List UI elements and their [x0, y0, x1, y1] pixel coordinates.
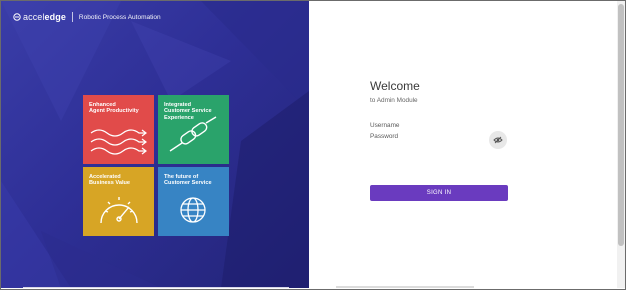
brand-mark-icon — [13, 13, 21, 21]
sign-in-button[interactable]: SIGN IN — [370, 185, 508, 201]
scrollbar-thumb[interactable] — [618, 4, 624, 246]
brand-divider — [71, 12, 73, 22]
welcome-heading: Welcome — [370, 79, 420, 93]
brand-logo-prefix: accel — [23, 12, 45, 22]
login-panel: Welcome to Admin Module Username Passwor… — [310, 1, 615, 288]
brand-product-name: Robotic Process Automation — [78, 13, 161, 21]
tile-business-value: Accelerated Business Value — [83, 167, 154, 236]
username-field[interactable]: Username — [370, 122, 399, 129]
brand-logo-suffix: edge — [44, 12, 66, 22]
hero-background-pattern — [1, 1, 309, 288]
globe-icon — [180, 197, 206, 223]
password-field[interactable]: Password — [370, 133, 398, 140]
tile-agent-productivity: Enhanced Agent Productivity — [83, 95, 154, 164]
tile-customer-service-experience: Integrated Customer Service Experience — [158, 95, 229, 164]
eye-off-icon — [493, 136, 503, 144]
tile-future-customer-service: The future of Customer Service — [158, 167, 229, 236]
bottom-scroll-indicator — [336, 286, 474, 288]
welcome-subheading: to Admin Module — [370, 97, 418, 104]
toggle-password-visibility-button[interactable] — [489, 131, 507, 149]
hero-panel: accel edge Robotic Process Automation Enh… — [1, 1, 309, 288]
hero-scroll-indicator — [23, 287, 289, 288]
speedometer-icon — [100, 197, 138, 224]
brand-header: accel edge Robotic Process Automation — [13, 12, 161, 22]
brand-logo: accel edge — [13, 12, 66, 22]
chain-link-icon — [169, 116, 217, 152]
arrows-icon — [90, 129, 147, 155]
